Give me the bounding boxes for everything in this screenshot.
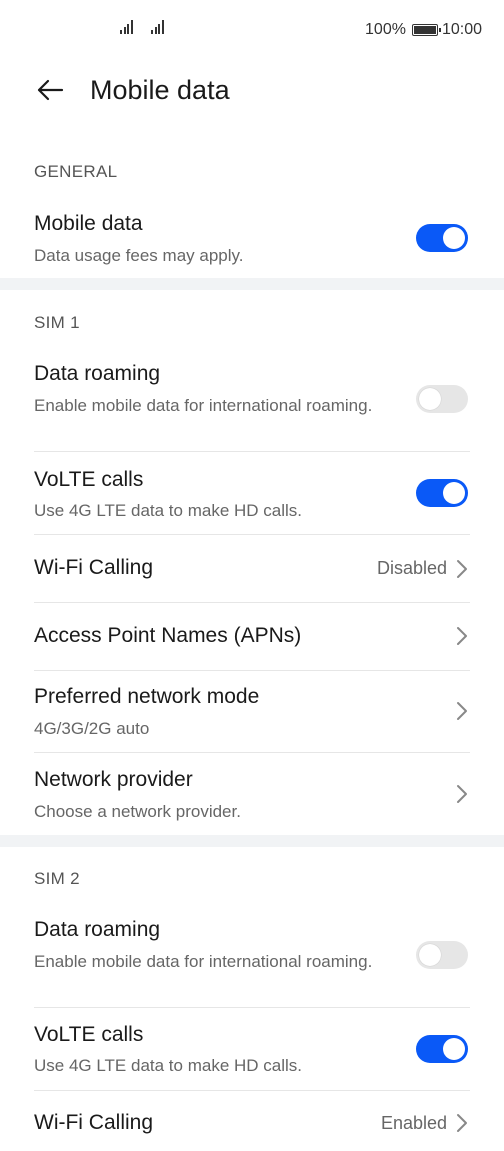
status-bar: 100% 10:00 [0,0,504,60]
sim2-data-roaming-toggle[interactable] [416,941,468,969]
row-title: Network provider [34,768,193,791]
sim1-volte-toggle[interactable] [416,479,468,507]
battery-icon [411,24,441,36]
row-title: Data roaming [34,362,161,385]
clock: 10:00 [441,21,482,38]
row-subtitle: Enable mobile data for international roa… [34,396,373,415]
sim2-volte-toggle[interactable] [416,1035,468,1063]
row-sim1-volte[interactable]: VoLTE calls Use 4G LTE data to make HD c… [0,452,504,534]
row-subtitle: Use 4G LTE data to make HD calls. [34,501,303,520]
row-subtitle: Enable mobile data for international roa… [34,952,373,971]
row-title: VoLTE calls [34,468,144,491]
row-sim1-network-provider[interactable]: Network provider Choose a network provid… [0,753,504,835]
status-right: 100% 10:00 [365,21,482,39]
section-header-general: GENERAL [34,162,118,181]
chevron-right-icon [457,702,467,720]
row-title: Access Point Names (APNs) [34,624,302,647]
chevron-right-icon [457,1114,467,1132]
chevron-right-icon [457,785,467,803]
row-sim1-apns[interactable]: Access Point Names (APNs) [0,603,504,670]
mobile-data-toggle[interactable] [416,224,468,252]
back-arrow-icon [37,79,64,101]
row-sim1-data-roaming[interactable]: Data roaming Enable mobile data for inte… [0,350,504,451]
signal-sim2-icon [151,20,164,34]
chevron-right-icon [457,560,467,578]
row-title: Wi-Fi Calling [34,1111,154,1134]
row-title: VoLTE calls [34,1023,144,1046]
row-sim2-wifi-calling[interactable]: Wi-Fi Calling Enabled [0,1091,504,1151]
section-divider [0,278,504,290]
battery-percent: 100% [365,21,406,38]
row-mobile-data[interactable]: Mobile data Data usage fees may apply. [0,200,504,278]
row-value: Enabled [380,1113,447,1133]
signal-sim1-icon [120,20,133,34]
sim1-data-roaming-toggle[interactable] [416,385,468,413]
section-header-sim1: SIM 1 [34,313,80,332]
row-subtitle: 4G/3G/2G auto [34,719,150,738]
row-title: Preferred network mode [34,685,260,708]
row-title: Wi-Fi Calling [34,556,154,579]
chevron-right-icon [457,627,467,645]
title-bar: Mobile data [0,60,504,124]
row-sim1-preferred-network[interactable]: Preferred network mode 4G/3G/2G auto [0,671,504,752]
row-title: Data roaming [34,918,161,941]
section-header-sim2: SIM 2 [34,869,80,888]
row-subtitle: Data usage fees may apply. [34,246,244,265]
row-sim2-volte[interactable]: VoLTE calls Use 4G LTE data to make HD c… [0,1008,504,1090]
row-subtitle: Choose a network provider. [34,802,241,821]
row-value: Disabled [376,558,447,578]
row-title: Mobile data [34,212,143,235]
row-sim1-wifi-calling[interactable]: Wi-Fi Calling Disabled [0,535,504,602]
section-divider [0,835,504,847]
back-button[interactable] [30,74,70,106]
row-subtitle: Use 4G LTE data to make HD calls. [34,1056,303,1075]
page-title: Mobile data [90,75,230,105]
row-sim2-data-roaming[interactable]: Data roaming Enable mobile data for inte… [0,906,504,1007]
